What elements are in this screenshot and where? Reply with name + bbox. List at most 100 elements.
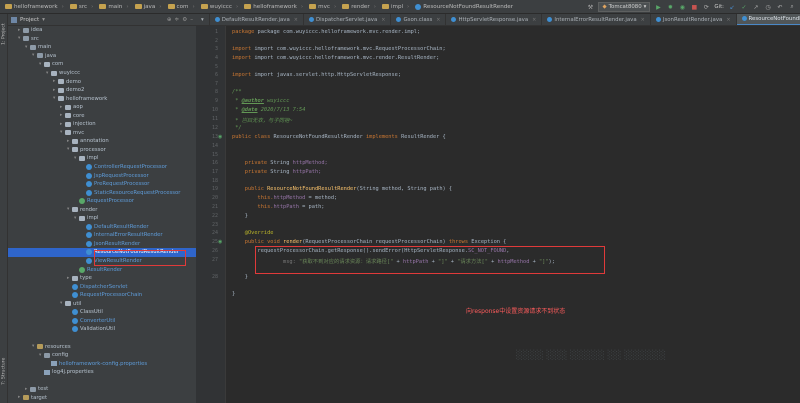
- tree-item[interactable]: ▾ config: [8, 351, 196, 360]
- tree-item[interactable]: ▾ mvc: [8, 129, 196, 138]
- tree-item[interactable]: ▾ util: [8, 300, 196, 309]
- tree-item[interactable]: ▾ java: [8, 52, 196, 61]
- breadcrumb-item[interactable]: helloframework ›: [2, 4, 67, 10]
- tree-item[interactable]: ▾ resources: [8, 342, 196, 351]
- tree-item[interactable]: ControllerRequestProcessor: [8, 163, 196, 172]
- editor-tab[interactable]: ResourceNotFoundResultRender.java×: [736, 14, 800, 25]
- line-number: 4: [214, 55, 218, 61]
- tree-item-label: processor: [80, 146, 106, 153]
- stop-icon[interactable]: ■: [690, 3, 698, 11]
- close-icon[interactable]: ×: [294, 17, 298, 23]
- close-icon[interactable]: ×: [381, 17, 385, 23]
- project-panel-title[interactable]: Project: [20, 17, 39, 23]
- tree-item[interactable]: ▾ com: [8, 60, 196, 69]
- tab-overflow[interactable]: ▾: [196, 14, 210, 25]
- editor-tab[interactable]: DefaultResultRender.java ×: [210, 14, 304, 25]
- breadcrumb-item[interactable]: mvc ›: [306, 4, 339, 10]
- run-config-select[interactable]: ◆ Tomcat8080 ▾: [598, 2, 651, 12]
- tree-item[interactable]: RequestProcessorChain: [8, 291, 196, 300]
- breadcrumb-item[interactable]: com ›: [165, 4, 198, 10]
- build-icon[interactable]: ⟳: [702, 3, 710, 11]
- project-tool-tab[interactable]: 1: Project: [0, 20, 8, 48]
- line-number: 20: [211, 195, 218, 201]
- tree-item[interactable]: ▾ helloframework: [8, 94, 196, 103]
- tree-item[interactable]: ▾ impl: [8, 154, 196, 163]
- editor-tab[interactable]: JsonResultRender.java ×: [651, 14, 737, 25]
- editor-tab[interactable]: DispatcherServlet.java ×: [304, 14, 392, 25]
- tree-item[interactable]: ConverterUtil: [8, 317, 196, 326]
- tree-item[interactable]: [8, 376, 196, 385]
- close-icon[interactable]: ×: [532, 17, 536, 23]
- tree-item[interactable]: ▾ processor: [8, 146, 196, 155]
- tree-item[interactable]: ▾ render: [8, 205, 196, 214]
- tree-item[interactable]: ▾ src: [8, 35, 196, 44]
- close-icon[interactable]: ×: [641, 17, 645, 23]
- tree-item[interactable]: JsonResultRender: [8, 240, 196, 249]
- code-field1-mod: private: [244, 160, 268, 166]
- code-editor[interactable]: ░░░░ ░░░ ░░░░░ ░░ ░░░░░░ 1 2 3 4 5 6 7 8 9 10 11 12…: [196, 26, 800, 403]
- override-gutter-icon[interactable]: ◉: [218, 239, 224, 245]
- tree-item[interactable]: ▾ impl: [8, 214, 196, 223]
- breadcrumb-item[interactable]: impl ›: [379, 4, 412, 10]
- dropdown-icon[interactable]: ▾: [42, 17, 45, 23]
- tree-item[interactable]: ▸ core: [8, 111, 196, 120]
- locate-icon[interactable]: ⊕: [167, 17, 172, 23]
- tree-item[interactable]: ▸ test: [8, 385, 196, 394]
- close-icon[interactable]: ×: [726, 17, 730, 23]
- tree-item[interactable]: DispatcherServlet: [8, 282, 196, 291]
- hide-icon[interactable]: –: [190, 17, 193, 23]
- tree-item[interactable]: ▸ type: [8, 274, 196, 283]
- breadcrumb-item[interactable]: wuyiccc ›: [198, 4, 241, 10]
- editor-tab[interactable]: InternalErrorResultRender.java ×: [542, 14, 651, 25]
- tree-item[interactable]: ClassUtil: [8, 308, 196, 317]
- tree-item[interactable]: log4j.properties: [8, 368, 196, 377]
- tree-item[interactable]: InternalErrorResultRender: [8, 231, 196, 240]
- gear-icon[interactable]: ⚙: [182, 17, 187, 23]
- structure-tool-tab[interactable]: 7: Structure: [0, 354, 8, 388]
- search-icon[interactable]: ⌕: [788, 3, 796, 11]
- line-number: 11: [211, 116, 218, 122]
- debug-icon[interactable]: ✹: [666, 3, 674, 11]
- tree-item[interactable]: ▸ aop: [8, 103, 196, 112]
- tree-item[interactable]: ValidationUtil: [8, 325, 196, 334]
- tree-item[interactable]: ▾ wuyiccc: [8, 69, 196, 78]
- collapse-icon[interactable]: ≑: [175, 17, 180, 23]
- git-commit-icon[interactable]: ✓: [740, 3, 748, 11]
- coverage-icon[interactable]: ◉: [678, 3, 686, 11]
- implements-gutter-icon[interactable]: ◉: [218, 134, 224, 140]
- tree-item[interactable]: RequestProcessor: [8, 197, 196, 206]
- breadcrumb-item[interactable]: src ›: [67, 4, 96, 10]
- hammer-icon[interactable]: ⚒: [586, 3, 594, 11]
- tree-item[interactable]: JspRequestProcessor: [8, 171, 196, 180]
- undo-icon[interactable]: ↶: [776, 3, 784, 11]
- tree-item[interactable]: [8, 334, 196, 343]
- breadcrumb-item[interactable]: main ›: [96, 4, 131, 10]
- breadcrumb-item[interactable]: ResourceNotFoundResultRender: [412, 3, 516, 10]
- breadcrumb-item[interactable]: helloframework ›: [241, 4, 306, 10]
- tree-item[interactable]: ▸ target: [8, 394, 196, 403]
- breadcrumb-item[interactable]: java ›: [132, 4, 165, 10]
- tree-item[interactable]: ▾ main: [8, 43, 196, 52]
- tree-item[interactable]: ▸ annotation: [8, 137, 196, 146]
- breadcrumb-item[interactable]: render ›: [339, 4, 379, 10]
- class-icon: [451, 17, 457, 22]
- tree-item[interactable]: PreRequestProcessor: [8, 180, 196, 189]
- code-this-1: this.: [257, 195, 274, 201]
- tree-item[interactable]: StaticResourceRequestProcessor: [8, 188, 196, 197]
- tree-item[interactable]: ▸ idea: [8, 26, 196, 35]
- history-icon[interactable]: ◷: [764, 3, 772, 11]
- git-push-icon[interactable]: ↗: [752, 3, 760, 11]
- tree-item[interactable]: ResultRender: [8, 265, 196, 274]
- git-update-icon[interactable]: ↙: [728, 3, 736, 11]
- editor-tab[interactable]: HttpServletResponse.java ×: [446, 14, 543, 25]
- tree-item-label: demo: [66, 78, 82, 85]
- line-gutter: 1 2 3 4 5 6 7 8 9 10 11 12 13 14 15 16 17 18 19 20 21 22 23 24 2…: [196, 26, 226, 403]
- tree-item[interactable]: ▸ demo: [8, 77, 196, 86]
- tree-item[interactable]: helloframework-config.properties: [8, 359, 196, 368]
- close-icon[interactable]: ×: [436, 17, 440, 23]
- run-icon[interactable]: ▶: [654, 3, 662, 11]
- tree-item[interactable]: DefaultResultRender: [8, 223, 196, 232]
- tree-item[interactable]: ▸ injection: [8, 120, 196, 129]
- editor-tab[interactable]: Gson.class ×: [391, 14, 447, 25]
- tree-item[interactable]: ▸ demo2: [8, 86, 196, 95]
